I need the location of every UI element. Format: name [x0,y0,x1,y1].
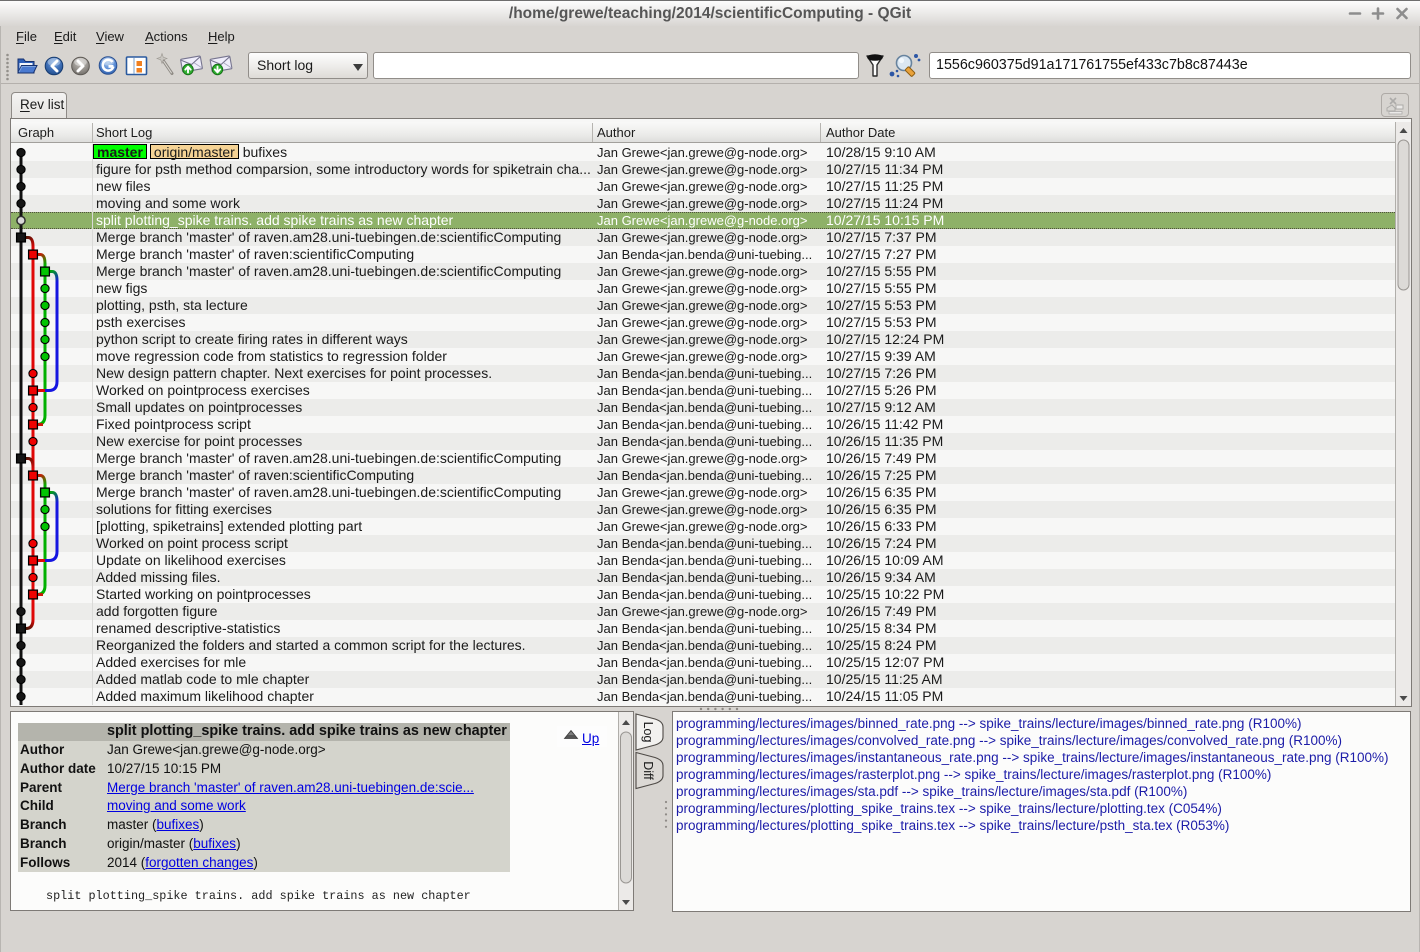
svg-text:Diff: Diff [641,761,655,780]
svg-text:Log: Log [641,722,655,743]
